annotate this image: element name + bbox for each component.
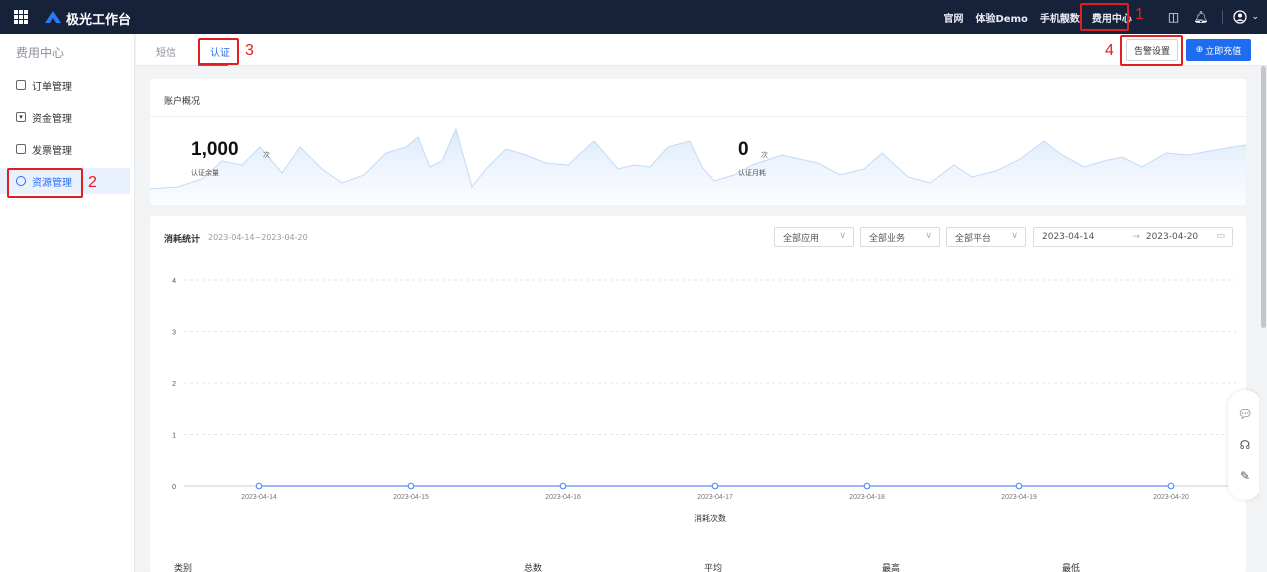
floating-toolbar: 💬︎ ☊ ✎ <box>1228 390 1262 500</box>
x-tick-label: 2023-04-15 <box>393 494 429 501</box>
edit-icon[interactable]: ✎ <box>1240 469 1250 483</box>
tab-bar: 短信 认证 告警设置 ⊕ 立即充值 <box>136 34 1267 66</box>
col-max: 最高 <box>882 564 901 572</box>
chat-icon[interactable]: 💬︎ <box>1237 407 1252 421</box>
wallet-icon: ▾ <box>16 112 26 122</box>
account-overview-card: 账户概况 1,000 次 认证余量 0 次 认证月耗 <box>150 79 1246 205</box>
app-filter-select[interactable]: 全部应用 ∨ <box>774 227 854 247</box>
sidebar-item-funds[interactable]: ▾ 资金管理 <box>0 104 130 130</box>
sidebar-item-label: 订单管理 <box>32 81 72 93</box>
nav-demo[interactable]: 体验Demo <box>976 10 1028 25</box>
business-filter-select[interactable]: 全部业务 ∨ <box>860 227 940 247</box>
recharge-button[interactable]: ⊕ 立即充值 <box>1186 39 1251 61</box>
sidebar-item-label: 资金管理 <box>32 113 72 125</box>
calendar-icon: ▭ <box>1216 231 1225 241</box>
x-axis-label: 消耗次数 <box>694 513 726 523</box>
chevron-down-icon[interactable]: ⌄ <box>1251 12 1259 22</box>
bell-icon[interactable]: 🔔︎ <box>1193 10 1208 24</box>
y-tick-label: 3 <box>172 330 176 337</box>
annotation-box-3 <box>198 38 239 65</box>
consumption-title: 消耗统计 <box>164 235 201 245</box>
start-date[interactable]: 2023-04-14 <box>1042 232 1094 242</box>
data-point <box>1167 482 1175 490</box>
y-tick-label: 0 <box>172 484 176 491</box>
chevron-down-icon: ∨ <box>1011 231 1018 241</box>
headset-icon[interactable]: ☊ <box>1240 438 1251 452</box>
nav-phone-number[interactable]: 手机靓数 <box>1040 10 1080 25</box>
y-tick-label: 1 <box>172 433 176 440</box>
date-range-picker[interactable]: 2023-04-14 → 2023-04-20 ▭ <box>1033 227 1233 247</box>
x-tick-label: 2023-04-17 <box>697 494 733 501</box>
annotation-box-1 <box>1080 3 1129 31</box>
data-point <box>863 482 871 490</box>
app-grid-icon[interactable] <box>14 10 28 24</box>
col-category: 类别 <box>174 564 193 572</box>
monthly-label: 认证月耗 <box>738 169 766 177</box>
data-point <box>711 482 719 490</box>
y-tick-label: 2 <box>172 381 176 388</box>
sidebar-item-label: 发票管理 <box>32 145 72 157</box>
annotation-box-4 <box>1120 35 1183 66</box>
col-min: 最低 <box>1062 564 1081 572</box>
top-navigation-bar: 极光工作台 官网 体验Demo 手机靓数 费用中心 ◫ 🔔︎ ⌄ <box>0 0 1267 34</box>
sidebar-item-invoices[interactable]: 发票管理 <box>0 136 130 162</box>
data-point <box>1015 482 1023 490</box>
annotation-number-3: 3 <box>245 42 254 59</box>
balance-label: 认证余量 <box>191 169 219 177</box>
document-icon <box>16 80 26 90</box>
y-tick-label: 4 <box>172 278 176 285</box>
col-total: 总数 <box>524 564 543 572</box>
recharge-icon: ⊕ <box>1195 45 1204 55</box>
consumption-line-chart: 0 1 2 3 4 2023-04-14 2023-04-15 2023-04-16 2023-… <box>172 278 1236 523</box>
x-tick-label: 2023-04-16 <box>545 494 581 501</box>
col-average: 平均 <box>704 564 723 572</box>
scrollbar[interactable] <box>1259 66 1267 572</box>
consumption-card: 消耗统计 2023-04-14~2023-04-20 全部应用 ∨ 全部业务 ∨… <box>150 216 1246 572</box>
chevron-down-icon: ∨ <box>925 231 932 241</box>
sidebar: 费用中心 订单管理 ▾ 资金管理 发票管理 资源管理 <box>0 34 135 572</box>
data-point <box>559 482 567 490</box>
overview-title: 账户概况 <box>164 97 201 107</box>
annotation-number-2: 2 <box>88 174 97 191</box>
x-tick-label: 2023-04-18 <box>849 494 885 501</box>
annotation-number-4: 4 <box>1105 42 1114 59</box>
brand-logo-icon <box>45 11 61 23</box>
chevron-down-icon: ∨ <box>839 231 846 241</box>
balance-value: 1,000 <box>191 139 239 160</box>
platform-filter-select[interactable]: 全部平台 ∨ <box>946 227 1026 247</box>
brand-name[interactable]: 极光工作台 <box>66 9 131 28</box>
app-filter-value: 全部应用 <box>783 233 820 244</box>
user-avatar-icon[interactable] <box>1233 10 1248 24</box>
divider <box>1222 10 1224 24</box>
sidebar-title: 费用中心 <box>16 46 65 60</box>
layout-icon[interactable]: ◫ <box>1168 10 1179 24</box>
balance-unit: 次 <box>263 151 270 159</box>
recharge-label: 立即充值 <box>1205 46 1242 57</box>
consumption-date-range: 2023-04-14~2023-04-20 <box>208 233 308 242</box>
x-tick-label: 2023-04-19 <box>1001 494 1037 501</box>
end-date[interactable]: 2023-04-20 <box>1146 232 1198 242</box>
sidebar-item-orders[interactable]: 订单管理 <box>0 72 130 98</box>
monthly-value: 0 <box>738 139 749 160</box>
nav-official-site[interactable]: 官网 <box>944 10 964 25</box>
scrollbar-thumb[interactable] <box>1261 66 1266 328</box>
overview-sparkline <box>150 127 1246 205</box>
platform-filter-value: 全部平台 <box>955 233 992 244</box>
x-tick-label: 2023-04-20 <box>1153 494 1189 501</box>
date-arrow: → <box>1132 232 1140 242</box>
data-point <box>255 482 263 490</box>
tab-sms[interactable]: 短信 <box>156 44 176 59</box>
x-tick-label: 2023-04-14 <box>241 494 277 501</box>
invoice-icon <box>16 144 26 154</box>
annotation-box-2 <box>7 168 83 198</box>
monthly-unit: 次 <box>761 151 768 159</box>
data-point <box>407 482 415 490</box>
business-filter-value: 全部业务 <box>869 233 906 244</box>
annotation-number-1: 1 <box>1135 6 1144 23</box>
